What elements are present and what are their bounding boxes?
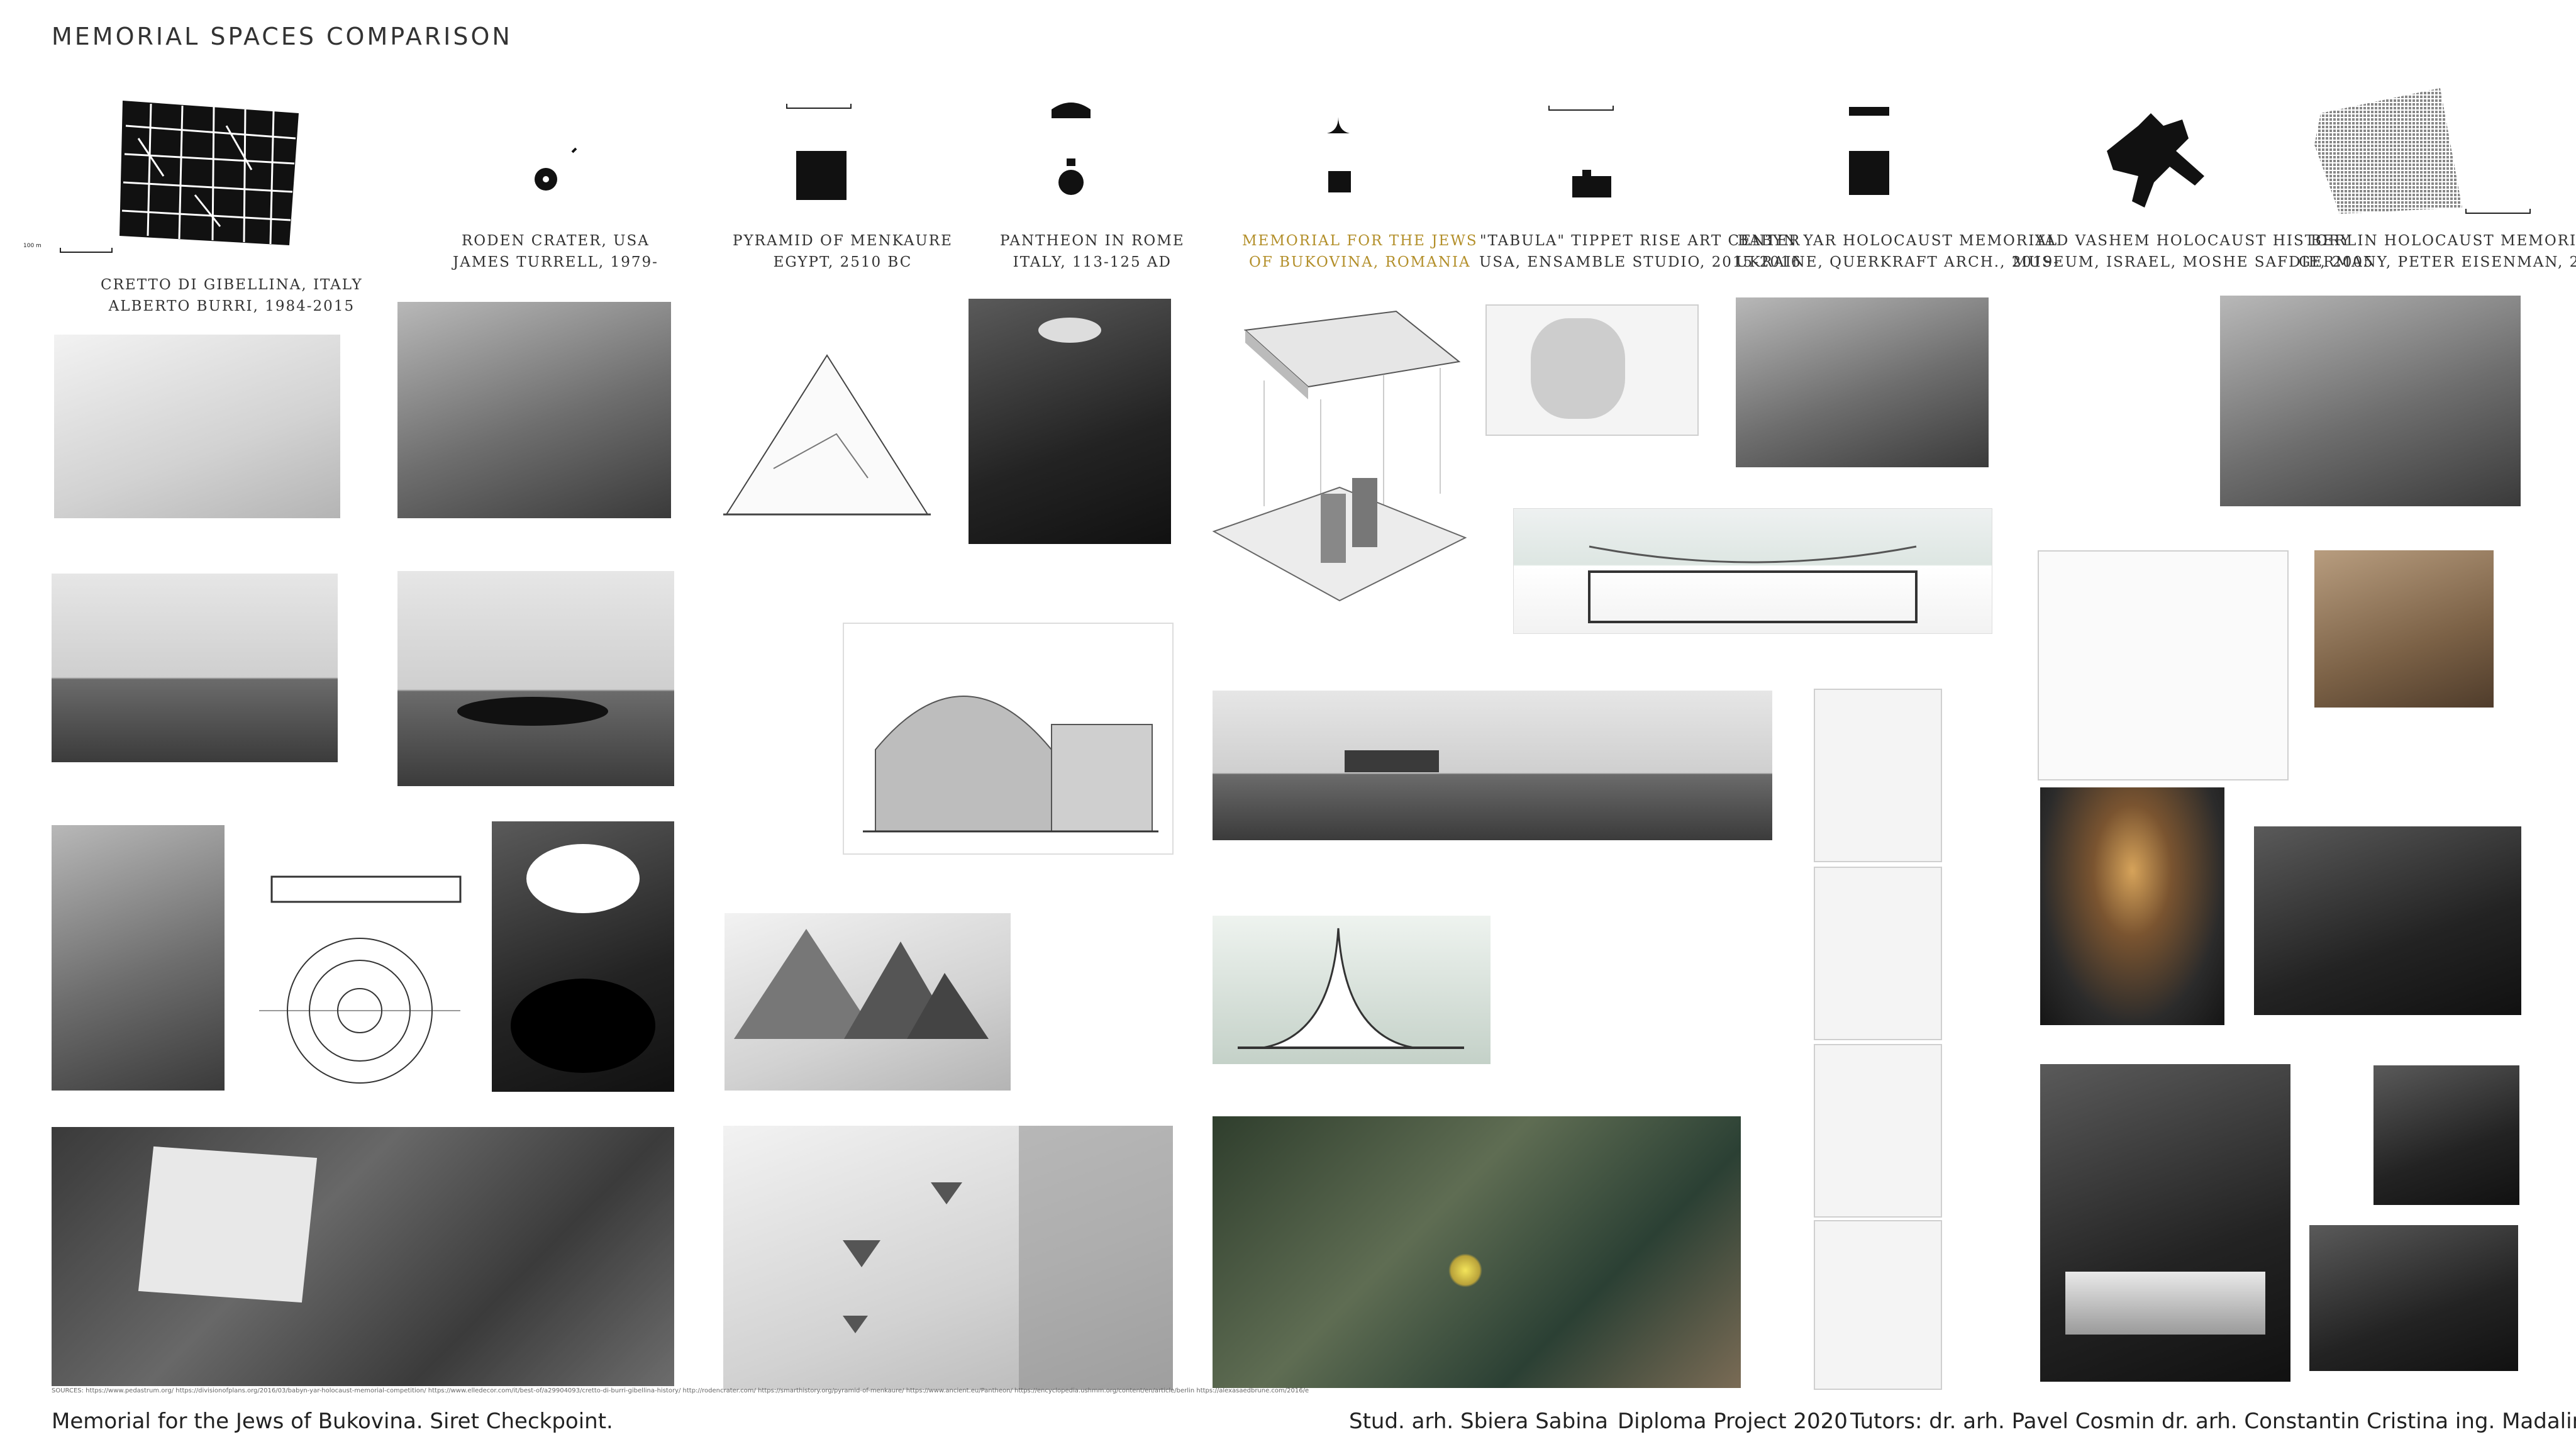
babyn-yar-forest-render <box>1736 297 1989 467</box>
memorial-volume <box>1345 750 1439 772</box>
berlin-memorial-aerial-photo <box>2220 296 2521 506</box>
berlin-stelae-aerial-photo <box>2254 826 2521 1015</box>
scale-bar <box>1548 106 1614 111</box>
bukovina-landscape-render <box>1213 691 1772 840</box>
pyramids-giza-photo <box>724 913 1011 1091</box>
pantheon-interior-photo <box>969 299 1171 544</box>
caption-gibellina: CRETTO DI GIBELLINA, ITALY ALBERTO BURRI,… <box>101 277 363 314</box>
roden-crater-drawings <box>259 875 462 1084</box>
gibellina-plan-icon <box>119 101 299 245</box>
gibellina-photo-landscape <box>52 574 338 762</box>
babyn-plan-icon <box>1849 151 1889 195</box>
babyn-plan-3 <box>1814 1044 1942 1218</box>
sky-opening <box>526 844 640 913</box>
yad-vashem-hall-of-names-photo <box>2040 787 2224 1025</box>
berlin-information-center-photo <box>2309 1225 2518 1371</box>
scale-bar <box>2465 209 2531 214</box>
pyramid-section-drawing <box>723 354 931 516</box>
babyn-section-icon <box>1849 107 1889 116</box>
crater-floor <box>511 979 655 1073</box>
oculus <box>1038 318 1101 343</box>
caption-roden: RODEN CRATER, USA JAMES TURRELL, 1979- <box>453 233 658 270</box>
roden-crater-icon <box>535 147 577 191</box>
diploma-label: Diploma Project 2020 <box>1618 1409 1848 1434</box>
berlin-corridor-photo <box>2373 1065 2519 1205</box>
pyramid-plan-icon <box>796 151 847 200</box>
babyn-plan-1 <box>1814 689 1942 862</box>
tabula-section-drawing <box>1513 508 1992 634</box>
sources-line: SOURCES: https://www.pedastrum.org/ http… <box>52 1387 1309 1394</box>
gibellina-site-overlay <box>138 1146 318 1303</box>
crater-opening <box>457 697 608 726</box>
caption-menkaure: PYRAMID OF MENKAURE EGYPT, 2510 BC <box>733 233 953 270</box>
scale-bar: 100 m <box>23 243 113 253</box>
caption-pantheon: PANTHEON IN ROME ITALY, 113-125 AD <box>1000 233 1185 270</box>
project-title: Memorial for the Jews of Bukovina. Siret… <box>52 1409 613 1434</box>
gibellina-photo-terrain <box>52 825 225 1091</box>
roden-crater-interior-photo <box>397 571 674 786</box>
bukovina-section-render <box>1213 916 1491 1064</box>
tabula-roof-shape <box>1531 318 1625 419</box>
yad-vashem-plan-icon <box>2107 113 2204 208</box>
scale-bar <box>786 104 852 109</box>
student-name: Stud. arh. Sbiera Sabina <box>1349 1409 1609 1434</box>
gibellina-aerial-map <box>52 1127 674 1386</box>
berlin-plan-icon <box>2314 88 2462 214</box>
view-opening <box>2065 1272 2265 1335</box>
site-marker <box>1448 1253 1482 1287</box>
tabula-plan-drawing <box>1485 304 1699 436</box>
caption-babyn: BABYN YAR HOLOCAUST MEMORIAL UKRAINE, QUE… <box>1736 233 2060 270</box>
roden-crater-sky-photo <box>492 821 674 1092</box>
gibellina-photo-ruins <box>54 335 340 518</box>
giza-aerial-map <box>723 1126 1173 1390</box>
caption-bukovina: MEMORIAL FOR THE JEWS OF BUKOVINA, ROMANI… <box>1242 233 1478 270</box>
caption-berlin: BERLIN HOLOCAUST MEMORIAL GERMANY, PETER … <box>2299 233 2576 270</box>
yad-vashem-site-plan <box>2038 550 2289 780</box>
pantheon-section-engraving <box>843 623 1174 855</box>
bukovina-axonometric-drawing <box>1212 310 1467 602</box>
bukovina-section-icon <box>1327 117 1350 133</box>
tutors-list: Tutors: dr. arh. Pavel Cosmin dr. arh. C… <box>1850 1409 2576 1434</box>
page-title: MEMORIAL SPACES COMPARISON <box>52 23 513 50</box>
babyn-plan-2 <box>1814 867 1942 1040</box>
roden-crater-aerial-photo <box>397 302 671 518</box>
babyn-plan-4 <box>1814 1220 1942 1390</box>
tomb-photo <box>2314 550 2494 708</box>
bukovina-site-aerial <box>1213 1116 1741 1388</box>
yad-vashem-interior-photo <box>2040 1064 2290 1382</box>
pantheon-icon <box>1052 103 1091 195</box>
bukovina-plan-icon <box>1328 171 1351 192</box>
tabula-plan-icon <box>1572 170 1611 197</box>
